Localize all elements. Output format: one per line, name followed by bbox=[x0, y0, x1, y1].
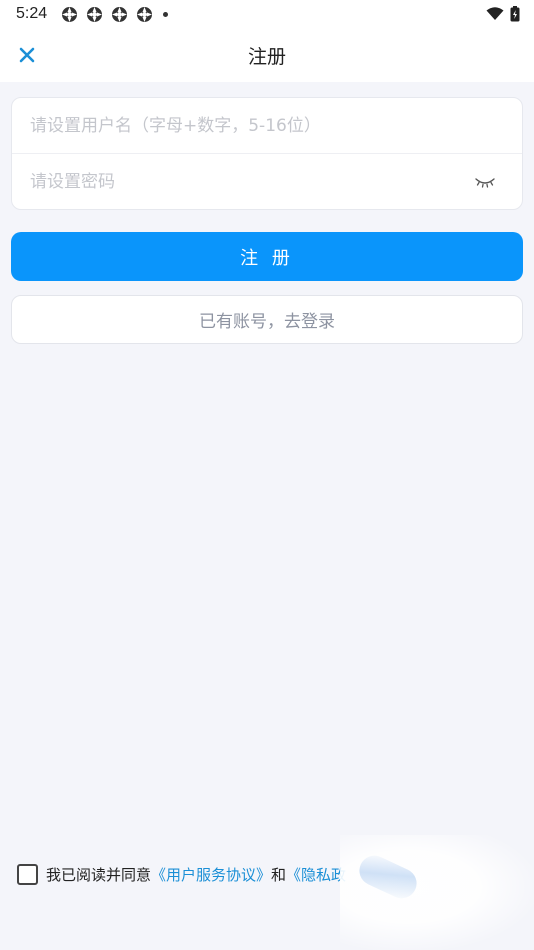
battery-icon bbox=[510, 6, 520, 22]
username-input[interactable] bbox=[12, 105, 452, 146]
close-button[interactable] bbox=[12, 40, 42, 70]
notification-icons bbox=[61, 6, 169, 23]
password-field-row bbox=[12, 154, 522, 210]
app-notification-icon bbox=[137, 6, 153, 22]
status-time: 5:24 bbox=[16, 5, 48, 22]
password-input[interactable] bbox=[12, 162, 452, 202]
go-login-button[interactable]: 已有账号，去登录 bbox=[11, 295, 523, 344]
page-title: 注册 bbox=[247, 45, 286, 68]
app-bar: 注册 bbox=[0, 28, 534, 82]
user-service-agreement-link[interactable]: 《用户服务协议》 bbox=[151, 864, 271, 885]
eye-closed-icon bbox=[475, 178, 495, 188]
more-notifications-dot-icon bbox=[163, 11, 169, 17]
username-field-row bbox=[12, 98, 522, 154]
app-notification-icon bbox=[87, 6, 103, 22]
agreement-text: 我已阅读并同意 bbox=[46, 865, 152, 884]
screen-glare-overlay bbox=[340, 835, 534, 950]
agreement-row: 我已阅读并同意 《用户服务协议》 和 《隐私政 bbox=[17, 862, 346, 886]
privacy-policy-link[interactable]: 《隐私政 bbox=[286, 864, 346, 885]
wifi-icon bbox=[486, 7, 504, 20]
system-status-icons bbox=[486, 6, 520, 22]
close-icon bbox=[19, 47, 35, 63]
status-bar: 5:24 bbox=[0, 0, 534, 28]
agreement-checkbox[interactable] bbox=[17, 863, 38, 885]
screen-glare-streak bbox=[354, 850, 422, 904]
app-notification-icon bbox=[112, 6, 128, 22]
register-button[interactable]: 注 册 bbox=[11, 232, 523, 281]
password-visibility-toggle[interactable] bbox=[472, 170, 498, 194]
app-notification-icon bbox=[62, 6, 78, 22]
register-form bbox=[11, 97, 523, 210]
agreement-and-text: 和 bbox=[271, 865, 287, 884]
